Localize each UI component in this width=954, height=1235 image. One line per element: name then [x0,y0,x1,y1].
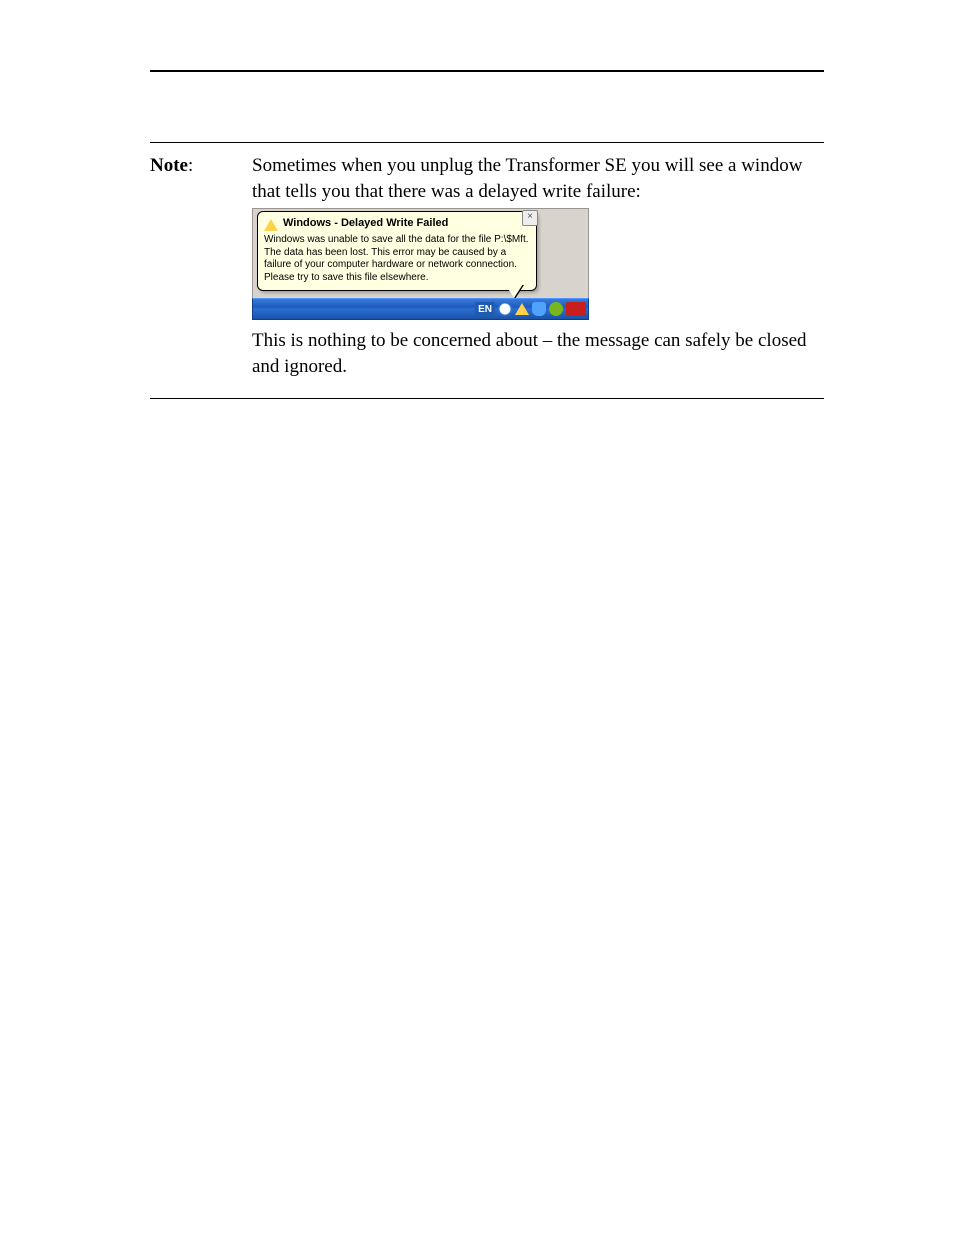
xp-taskbar: EN [252,298,589,320]
balloon-title: Windows - Delayed Write Failed [283,216,530,231]
note-outro-text: This is nothing to be concerned about – … [252,328,824,379]
balloon-tail [505,284,523,298]
delayed-write-balloon: × Windows - Delayed Write Failed Windows… [257,211,537,291]
xp-desktop-background: × Windows - Delayed Write Failed Windows… [252,208,589,298]
xp-screenshot: × Windows - Delayed Write Failed Windows… [252,208,589,320]
tray-shield-icon[interactable] [532,302,546,316]
document-page: Note: Sometimes when you unplug the Tran… [0,0,954,1235]
note-label-text: Note [150,155,188,176]
header-rule [150,70,824,72]
tray-ati-icon[interactable] [566,302,586,316]
tray-arrow-icon[interactable] [498,302,512,316]
language-indicator[interactable]: EN [475,302,495,318]
note-block: Note: Sometimes when you unplug the Tran… [150,142,824,399]
note-body: Sometimes when you unplug the Transforme… [252,153,824,384]
close-button[interactable]: × [522,210,538,226]
warning-icon [264,219,278,231]
balloon-title-row: Windows - Delayed Write Failed [264,216,530,231]
tray-warning-icon[interactable] [515,303,529,315]
tray-status-icon[interactable] [549,302,563,316]
balloon-body-text: Windows was unable to save all the data … [264,234,530,284]
note-intro-text: Sometimes when you unplug the Transforme… [252,153,824,204]
note-label: Note: [150,153,252,179]
